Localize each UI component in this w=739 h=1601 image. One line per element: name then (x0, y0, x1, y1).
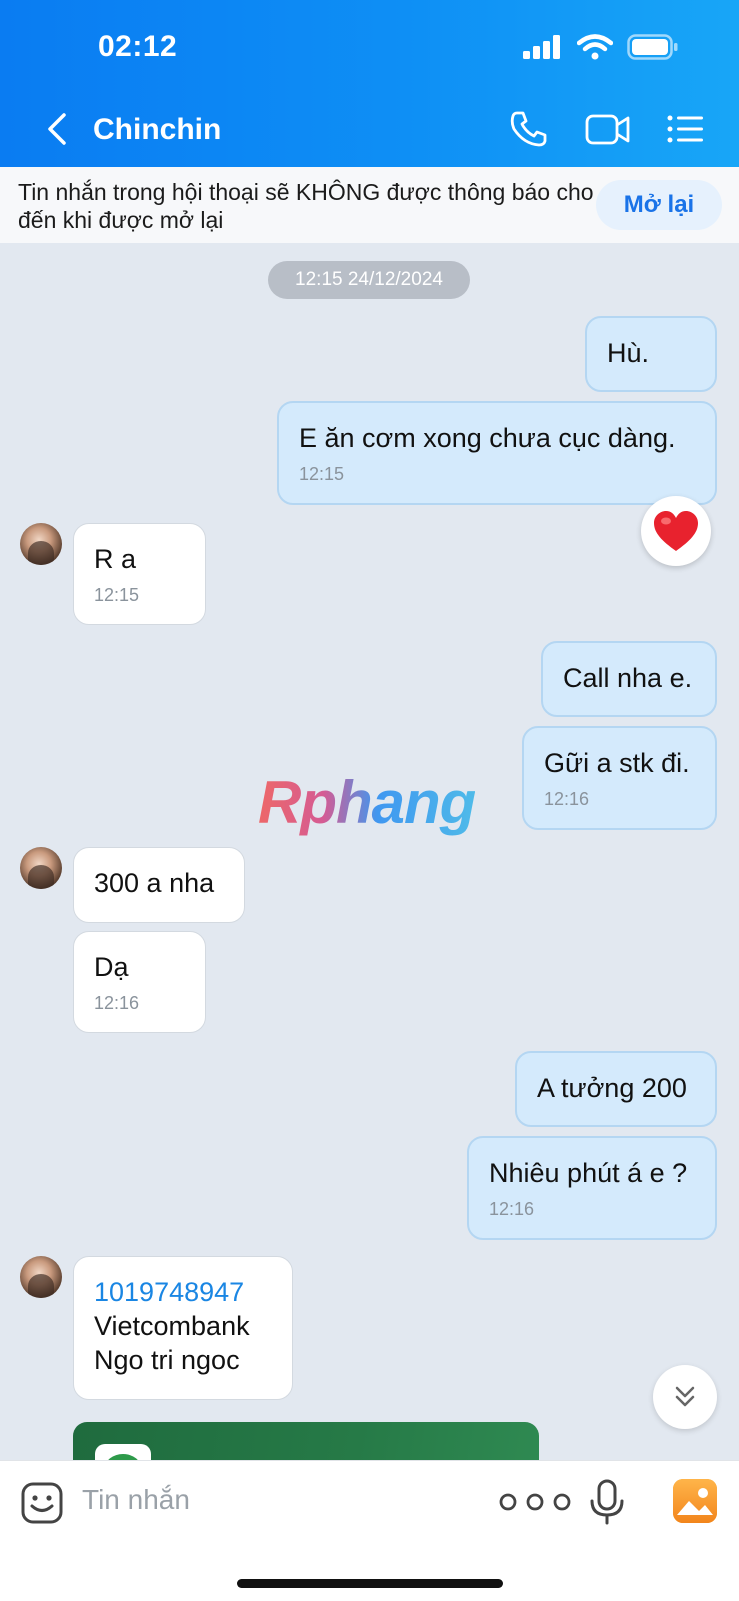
message-text: A tưởng 200 (537, 1073, 687, 1103)
signal-icon (523, 35, 560, 59)
message-text: Nhiêu phút á e ? (489, 1158, 688, 1188)
nav-bar: Chinchin (0, 105, 739, 157)
message-bubble-out[interactable]: E ăn cơm xong chưa cục dàng. 12:15 (277, 401, 717, 505)
home-indicator (237, 1579, 503, 1588)
message-bubble-in[interactable]: 1019748947 Vietcombank Ngo tri ngoc (73, 1256, 293, 1400)
avatar[interactable] (20, 523, 62, 565)
phone-icon[interactable] (507, 109, 551, 149)
message-time: 12:15 (299, 464, 345, 484)
image-icon[interactable] (673, 1479, 717, 1523)
message-text: Gữi a stk đi. (544, 748, 690, 778)
message-text: R a (94, 544, 137, 574)
scroll-to-bottom-button[interactable] (653, 1365, 717, 1429)
sticker-icon[interactable] (20, 1481, 64, 1525)
message-text: 300 a nha (94, 868, 215, 898)
microphone-icon[interactable] (588, 1479, 626, 1525)
message-bubble-out[interactable]: Call nha e. (541, 641, 717, 717)
message-bubble-out[interactable]: Nhiêu phút á e ? 12:16 (467, 1136, 717, 1240)
message-bubble-in[interactable]: Dạ 12:16 (73, 931, 206, 1033)
mute-notice-text: Tin nhắn trong hội thoại sẽ KHÔNG được t… (18, 179, 594, 233)
message-time: 12:15 (94, 585, 140, 605)
bank-card-preview[interactable] (73, 1422, 539, 1460)
app-header: 02:12 Chinchin (0, 0, 739, 167)
watermark-logo: Rphang (258, 769, 476, 836)
bank-logo (95, 1444, 151, 1460)
mute-notice: Tin nhắn trong hội thoại sẽ KHÔNG được t… (0, 167, 739, 243)
account-number-link[interactable]: 1019748947 (94, 1275, 272, 1309)
unmute-button[interactable]: Mở lại (596, 180, 722, 230)
heart-reaction-icon[interactable] (641, 496, 711, 566)
conversation-title[interactable]: Chinchin (93, 113, 221, 147)
message-text: Vietcombank (94, 1311, 250, 1341)
chevron-left-icon[interactable] (36, 107, 80, 151)
message-time: 12:16 (94, 993, 140, 1013)
message-text: Call nha e. (563, 663, 693, 693)
avatar[interactable] (20, 1256, 62, 1298)
list-icon[interactable] (666, 109, 706, 149)
message-text: Hù. (607, 338, 650, 368)
wifi-icon (577, 34, 613, 60)
message-bubble-out[interactable]: Gữi a stk đi. 12:16 (522, 726, 717, 830)
message-input[interactable]: Tin nhắn (82, 1484, 190, 1516)
battery-icon (627, 34, 678, 60)
chat-area[interactable]: 12:15 24/12/2024 Hù. E ăn cơm xong chưa … (0, 243, 739, 1460)
date-divider: 12:15 24/12/2024 (268, 261, 470, 299)
message-bubble-in[interactable]: R a 12:15 (73, 523, 206, 625)
video-camera-icon[interactable] (584, 109, 632, 149)
status-icons (523, 34, 679, 60)
message-bubble-out[interactable]: Hù. (585, 316, 717, 392)
message-bubble-out[interactable]: A tưởng 200 (515, 1051, 717, 1127)
message-text: E ăn cơm xong chưa cục dàng. (299, 423, 676, 453)
double-chevron-down-icon (675, 1386, 695, 1407)
message-input-bar: Tin nhắn (0, 1460, 739, 1601)
status-time: 02:12 (98, 30, 178, 63)
more-dots-icon[interactable] (497, 1491, 573, 1513)
message-time: 12:16 (544, 789, 590, 809)
message-text: Ngo tri ngoc (94, 1345, 240, 1375)
message-time: 12:16 (489, 1199, 535, 1219)
message-bubble-in[interactable]: 300 a nha (73, 847, 245, 923)
message-text: Dạ (94, 952, 129, 982)
avatar[interactable] (20, 847, 62, 889)
